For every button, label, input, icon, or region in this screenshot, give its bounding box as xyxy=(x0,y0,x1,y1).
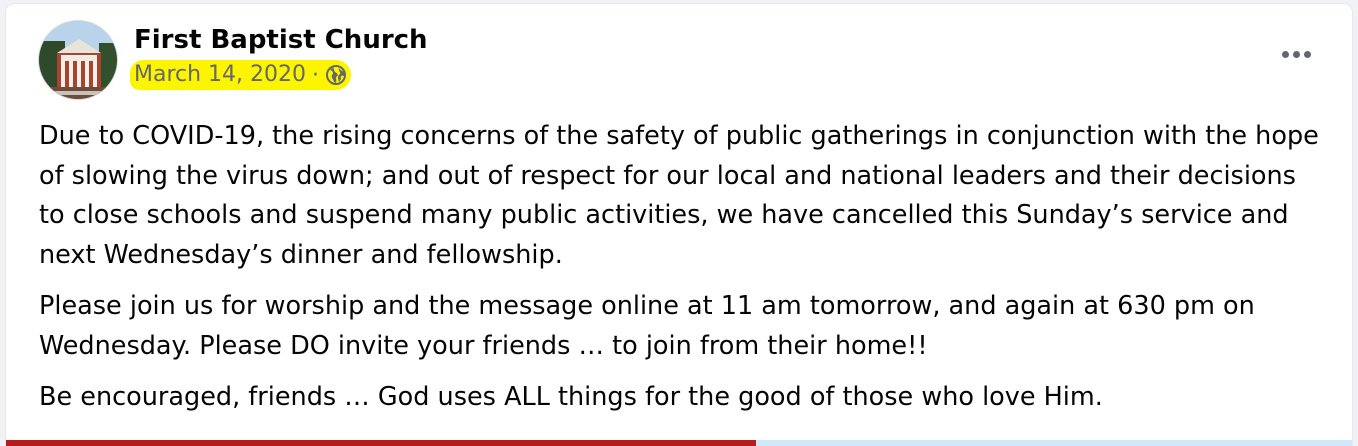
post-paragraph: Please join us for worship and the messa… xyxy=(39,291,1255,361)
more-dot xyxy=(1303,50,1311,58)
page-name-link[interactable]: First Baptist Church xyxy=(134,22,428,58)
attachment-preview-strip xyxy=(6,440,1352,446)
post-message: Due to COVID-19, the rising concerns of … xyxy=(39,117,1329,430)
separator-dot: · xyxy=(312,62,320,88)
post-card: First Baptist Church March 14, 2020 · Du… xyxy=(6,4,1352,446)
attachment-preview-right xyxy=(756,440,1352,446)
globe-icon[interactable] xyxy=(325,64,347,86)
more-options-icon[interactable] xyxy=(1276,42,1316,66)
post-date-link[interactable]: March 14, 2020 xyxy=(134,60,306,90)
more-dot xyxy=(1292,50,1300,58)
post-meta: First Baptist Church March 14, 2020 · xyxy=(130,20,428,90)
attachment-preview-left xyxy=(6,440,756,446)
post-paragraph: Be encouraged, friends … God uses ALL th… xyxy=(39,382,1103,412)
post-paragraph: Due to COVID-19, the rising concerns of … xyxy=(39,121,1319,270)
page-avatar[interactable] xyxy=(38,20,118,100)
post-header: First Baptist Church March 14, 2020 · xyxy=(38,20,428,100)
post-subline: March 14, 2020 · xyxy=(130,60,352,90)
more-dot xyxy=(1281,50,1289,58)
